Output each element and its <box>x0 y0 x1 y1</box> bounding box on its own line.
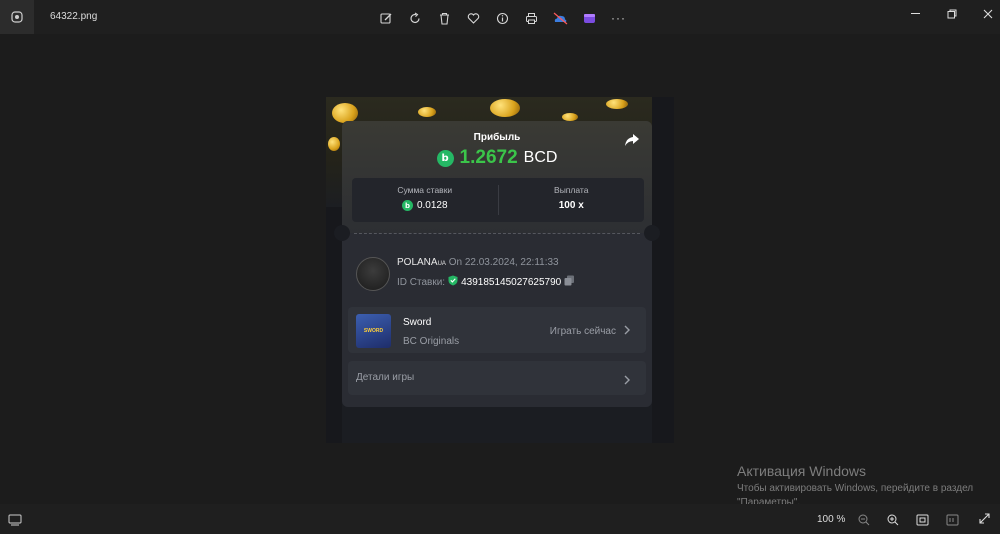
ticket-notch-left <box>334 225 350 241</box>
fit-to-window-icon[interactable] <box>916 513 929 531</box>
bottom-bar: 100 % <box>0 504 1000 534</box>
bet-amount-label: Сумма ставки <box>397 185 453 195</box>
game-name: Sword <box>403 317 432 328</box>
bet-amount-value: 0.0128 <box>416 200 448 211</box>
zoom-level: 100 % <box>817 514 846 525</box>
payout-label: Выплата <box>554 185 589 195</box>
clipchamp-icon[interactable] <box>575 8 604 28</box>
user-name-tag: UA <box>437 261 446 267</box>
payout-value: 100 x <box>558 200 584 211</box>
profit-currency: BCD <box>523 149 558 166</box>
info-icon[interactable] <box>488 8 517 28</box>
bcd-coin-icon: b <box>436 149 454 167</box>
bet-date: 22.03.2024, 22:11:33 <box>464 257 559 268</box>
share-icon[interactable] <box>624 133 640 152</box>
avatar[interactable] <box>356 257 390 291</box>
bet-stats: Сумма ставки b 0.0128 Выплата 100 x <box>352 178 644 222</box>
filmstrip-icon[interactable] <box>8 513 22 531</box>
favorite-icon[interactable] <box>459 8 488 28</box>
play-now-button[interactable]: Играть сейчас <box>550 325 630 338</box>
game-row[interactable]: SWORD Sword BC Originals Играть сейчас <box>348 307 646 353</box>
verified-shield-icon <box>448 275 458 289</box>
zoom-out-icon[interactable] <box>858 513 870 531</box>
zoom-in-icon[interactable] <box>887 513 899 531</box>
copy-icon[interactable] <box>564 275 575 289</box>
side-panel-left <box>326 207 342 443</box>
chevron-right-icon <box>624 325 630 338</box>
file-name: 64322.png <box>50 11 98 22</box>
more-label: ··· <box>611 11 626 25</box>
bet-card: Прибыль b 1.2672 BCD Сумма ставки b 0.01… <box>334 121 660 407</box>
play-now-label: Играть сейчас <box>549 326 616 337</box>
bet-on-label: On <box>448 257 463 268</box>
game-category: BC Originals <box>403 336 460 347</box>
more-icon[interactable]: ··· <box>604 8 633 28</box>
bcd-coin-small-icon: b <box>401 200 413 211</box>
payout: Выплата 100 x <box>499 178 645 222</box>
game-thumbnail-text: SWORD <box>363 328 384 334</box>
side-panel-right <box>652 97 674 443</box>
profit-value: 1.2672 <box>459 147 518 168</box>
title-bar: 64322.png ··· <box>0 0 1000 34</box>
window-controls <box>898 5 1000 23</box>
image-toolbar: ··· <box>372 8 633 28</box>
bet-id-label: ID Ставки: <box>397 276 446 288</box>
game-details-label: Детали игры <box>356 372 415 383</box>
card-divider <box>354 233 640 234</box>
actual-size-icon[interactable] <box>946 513 959 531</box>
profit-label: Прибыль <box>473 132 521 143</box>
rotate-icon[interactable] <box>401 8 430 28</box>
edit-icon[interactable] <box>372 8 401 28</box>
close-icon[interactable] <box>970 5 1000 23</box>
bet-id-value: 439185145027625790 <box>461 276 562 288</box>
restore-icon[interactable] <box>934 5 970 23</box>
screenshot-image: Прибыль b 1.2672 BCD Сумма ставки b 0.01… <box>326 97 674 443</box>
onedrive-icon[interactable] <box>546 8 575 28</box>
minimize-icon[interactable] <box>898 5 934 23</box>
game-thumbnail: SWORD <box>356 314 391 348</box>
user-name[interactable]: POLANA <box>397 257 438 268</box>
profit-row: b 1.2672 BCD <box>342 147 652 169</box>
fullscreen-icon[interactable] <box>978 512 991 530</box>
print-icon[interactable] <box>517 8 546 28</box>
delete-icon[interactable] <box>430 8 459 28</box>
ticket-notch-right <box>644 225 660 241</box>
chevron-right-icon <box>624 372 630 390</box>
bet-amount: Сумма ставки b 0.0128 <box>352 178 498 222</box>
game-details-row[interactable]: Детали игры <box>348 361 646 395</box>
photos-app-icon[interactable] <box>0 0 34 34</box>
activation-title: Активация Windows <box>737 463 867 479</box>
